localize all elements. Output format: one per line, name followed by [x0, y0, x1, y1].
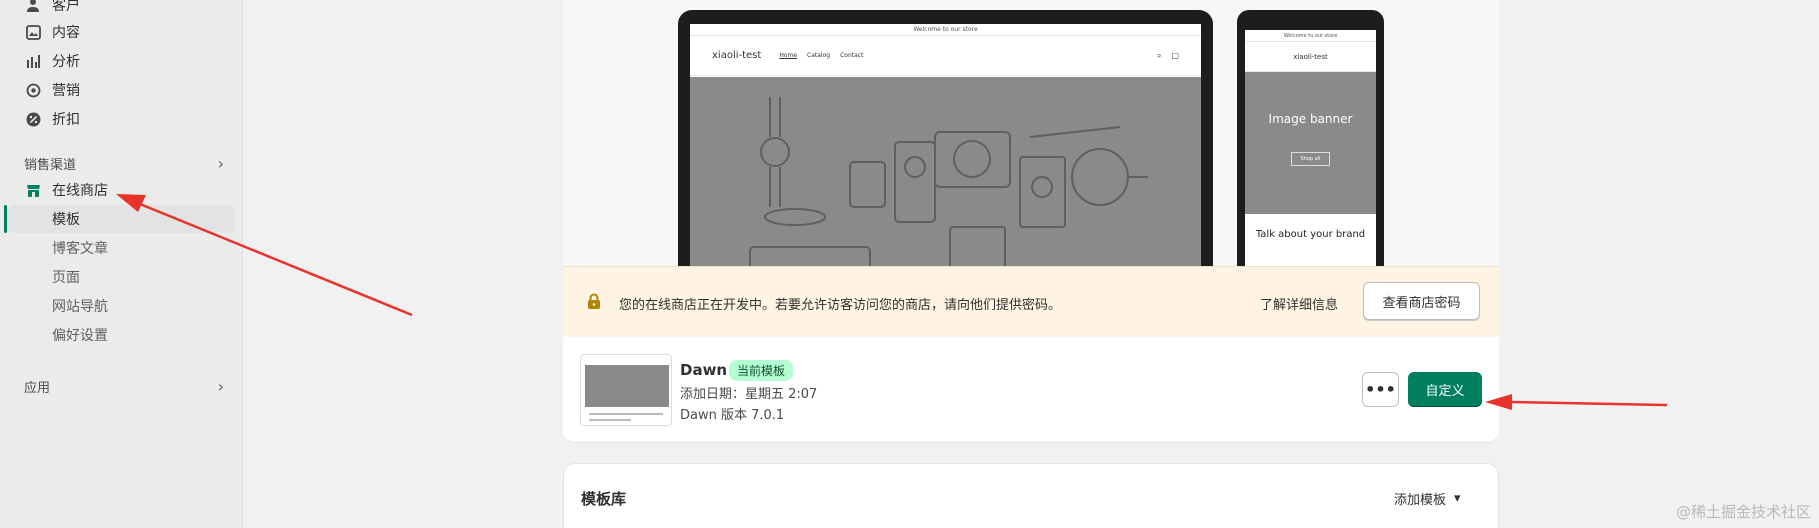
hero-illustration: [749, 97, 1148, 280]
mobile-announcement-bar: Welcome to our store: [1245, 30, 1376, 42]
sales-channels-label: 销售渠道: [24, 158, 77, 173]
chevron-right-icon: ›: [217, 377, 224, 396]
sidebar-item-label: 客户: [52, 0, 80, 14]
sidebar-subitem-navigation[interactable]: 网站导航: [52, 293, 108, 319]
add-theme-dropdown[interactable]: 添加模板 ▾: [1394, 489, 1461, 508]
sales-channels-header[interactable]: 销售渠道 ›: [24, 154, 224, 173]
caret-down-icon: ▾: [1454, 491, 1461, 506]
store-logo: xiaoli-test: [712, 50, 762, 61]
store-nav-link: Home: [779, 52, 798, 59]
sidebar: 客户 内容 分析 营销 折扣 销售渠道 › 在线商店 模板 博客文章 页面 网站…: [0, 0, 243, 528]
sidebar-subitem-pages[interactable]: 页面: [52, 264, 80, 290]
sidebar-item-analytics[interactable]: 分析: [24, 48, 80, 74]
announcement-bar: Welcome to our store: [690, 24, 1201, 36]
view-password-button[interactable]: 查看商店密码: [1363, 282, 1480, 320]
marketing-icon: [24, 81, 42, 99]
learn-more-link[interactable]: 了解详细信息: [1260, 294, 1338, 313]
apps-header[interactable]: 应用 ›: [24, 377, 224, 396]
sidebar-subitem-preferences[interactable]: 偏好设置: [52, 322, 108, 348]
sidebar-item-marketing[interactable]: 营销: [24, 77, 80, 103]
mobile-preview-screen: Welcome to our store xiaoli-test Image b…: [1245, 30, 1376, 280]
add-theme-label: 添加模板: [1394, 493, 1447, 508]
sidebar-item-label: 营销: [52, 83, 80, 99]
theme-library-card: 模板库 添加模板 ▾: [563, 463, 1499, 528]
mobile-section-title: Talk about your brand: [1255, 229, 1366, 240]
sidebar-item-label: 内容: [52, 25, 80, 41]
theme-thumbnail: [580, 354, 672, 426]
discount-icon: [24, 110, 42, 128]
thumbnail-line: [589, 413, 663, 415]
hero-image: [690, 77, 1201, 280]
desktop-preview-screen: Welcome to our store xiaoli-test Home Ca…: [690, 24, 1201, 280]
content-icon: [24, 23, 42, 41]
mobile-hero-title: Image banner: [1268, 112, 1353, 126]
theme-added-date: 添加日期：星期五 2:07: [680, 387, 818, 402]
mobile-hero: Image banner Shop all: [1245, 72, 1376, 214]
thumbnail-line: [589, 419, 631, 421]
sidebar-item-customers[interactable]: 客户: [24, 0, 80, 18]
mobile-store-logo: xiaoli-test: [1293, 52, 1328, 61]
thumbnail-hero: [585, 365, 669, 407]
store-header-icons: ⌕ ▢: [1157, 51, 1179, 61]
chevron-right-icon: ›: [217, 154, 224, 173]
person-icon: [24, 0, 42, 14]
password-banner: 您的在线商店正在开发中。若要允许访客访问您的商店，请向他们提供密码。 了解详细信…: [563, 266, 1499, 336]
mobile-store-header: xiaoli-test: [1245, 42, 1376, 72]
sidebar-item-label: 分析: [52, 54, 80, 70]
sidebar-subitem-blog-posts[interactable]: 博客文章: [52, 235, 108, 261]
store-nav-link: Catalog: [807, 52, 831, 59]
selected-item-indicator: [4, 205, 7, 233]
current-theme-badge: 当前模板: [729, 360, 794, 381]
selected-item-highlight: [8, 205, 235, 233]
analytics-icon: [24, 52, 42, 70]
sidebar-item-online-store[interactable]: 在线商店: [24, 177, 108, 203]
banner-message: 您的在线商店正在开发中。若要允许访客访问您的商店，请向他们提供密码。: [619, 298, 1062, 313]
mobile-preview: Welcome to our store xiaoli-test Image b…: [1237, 10, 1384, 280]
customize-button[interactable]: 自定义: [1408, 372, 1482, 407]
sidebar-subitem-themes[interactable]: 模板: [52, 206, 80, 232]
store-nav-link: Contact: [840, 52, 864, 59]
cart-icon: ▢: [1171, 50, 1179, 60]
mobile-hero-button: Shop all: [1291, 152, 1330, 166]
sidebar-item-content[interactable]: 内容: [24, 19, 80, 45]
apps-label: 应用: [24, 381, 51, 396]
theme-name: Dawn: [680, 361, 728, 379]
sidebar-item-label: 在线商店: [52, 183, 108, 199]
arrow-to-customize: [1485, 394, 1668, 410]
watermark: @稀土掘金技术社区: [1675, 503, 1811, 521]
store-nav: Home Catalog Contact: [779, 52, 863, 59]
more-actions-button[interactable]: •••: [1362, 372, 1399, 407]
sidebar-item-label: 折扣: [52, 112, 80, 128]
search-icon: ⌕: [1156, 50, 1162, 60]
sidebar-item-discounts[interactable]: 折扣: [24, 106, 80, 132]
lock-icon: [587, 293, 601, 309]
store-header: xiaoli-test Home Catalog Contact ⌕ ▢: [690, 36, 1201, 76]
theme-library-title: 模板库: [581, 490, 627, 508]
store-icon: [24, 181, 42, 199]
theme-version: Dawn 版本 7.0.1: [680, 408, 785, 423]
current-theme-row: Dawn 当前模板 添加日期：星期五 2:07 Dawn 版本 7.0.1 ••…: [563, 337, 1499, 443]
desktop-preview: Welcome to our store xiaoli-test Home Ca…: [678, 10, 1213, 280]
